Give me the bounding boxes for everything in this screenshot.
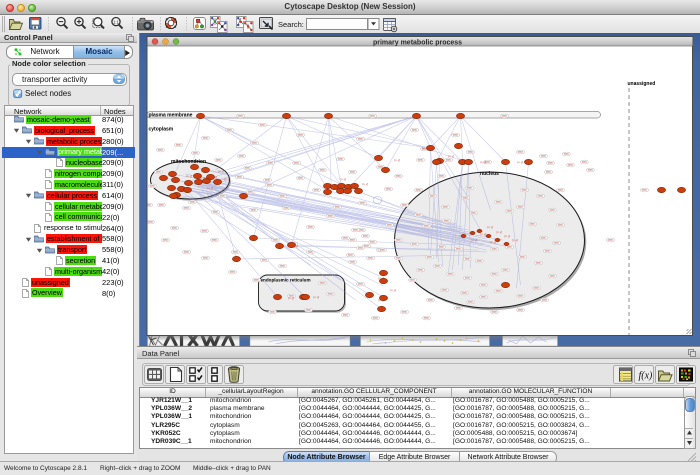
svg-text:[x..y]: [x..y] bbox=[313, 295, 319, 299]
svg-text:[x..y]: [x..y] bbox=[501, 161, 507, 165]
svg-text:[x..y]: [x..y] bbox=[422, 146, 428, 150]
svg-text:[x..y]: [x..y] bbox=[350, 188, 356, 192]
svg-text:[x..y]: [x..y] bbox=[517, 160, 523, 164]
svg-text:1:1: 1:1 bbox=[113, 19, 119, 24]
svg-text:[x..y]: [x..y] bbox=[340, 177, 346, 181]
svg-text:cytoplasm: cytoplasm bbox=[148, 127, 173, 133]
svg-text:Search:: Search: bbox=[278, 20, 304, 29]
svg-text:unassigned: unassigned bbox=[627, 81, 655, 87]
svg-text:[x..y]: [x..y] bbox=[224, 177, 230, 181]
svg-text:[x..y]: [x..y] bbox=[378, 298, 384, 302]
svg-text:nucleus: nucleus bbox=[480, 171, 499, 177]
svg-text:[x..y]: [x..y] bbox=[362, 182, 368, 186]
svg-text:[x..y]: [x..y] bbox=[490, 240, 496, 244]
svg-text:[x..y]: [x..y] bbox=[394, 158, 400, 162]
svg-text:[x..y]: [x..y] bbox=[487, 225, 493, 229]
svg-text:f(x): f(x) bbox=[639, 371, 654, 382]
svg-text:[x..y]: [x..y] bbox=[292, 244, 298, 248]
svg-text:primary metabolic process: primary metabolic process bbox=[372, 39, 461, 46]
svg-text:[x..y]: [x..y] bbox=[300, 294, 306, 298]
svg-text:[x..y]: [x..y] bbox=[448, 154, 454, 158]
svg-text:[x..y]: [x..y] bbox=[288, 296, 294, 300]
svg-text:endoplasmic reticulum: endoplasmic reticulum bbox=[260, 278, 310, 283]
svg-text:plasma membrane: plasma membrane bbox=[148, 112, 192, 118]
svg-text:mitochondrion: mitochondrion bbox=[171, 159, 206, 165]
svg-text:[x..y]: [x..y] bbox=[218, 169, 224, 173]
svg-text:[x..y]: [x..y] bbox=[378, 276, 384, 280]
svg-text:[x..y]: [x..y] bbox=[504, 234, 510, 238]
svg-text:[x..y]: [x..y] bbox=[496, 230, 502, 234]
svg-text:[x..y]: [x..y] bbox=[480, 232, 486, 236]
svg-text:[x..y]: [x..y] bbox=[172, 176, 178, 180]
svg-text:[x..y]: [x..y] bbox=[471, 238, 477, 242]
svg-text:[x..y]: [x..y] bbox=[211, 175, 217, 179]
svg-text:[x..y]: [x..y] bbox=[512, 238, 518, 242]
svg-text:[x..y]: [x..y] bbox=[480, 160, 486, 164]
svg-text:[x..y]: [x..y] bbox=[199, 176, 205, 180]
svg-text:[x..y]: [x..y] bbox=[390, 288, 396, 292]
svg-text:[x..y]: [x..y] bbox=[186, 174, 192, 178]
svg-text:[x..y]: [x..y] bbox=[207, 186, 213, 190]
